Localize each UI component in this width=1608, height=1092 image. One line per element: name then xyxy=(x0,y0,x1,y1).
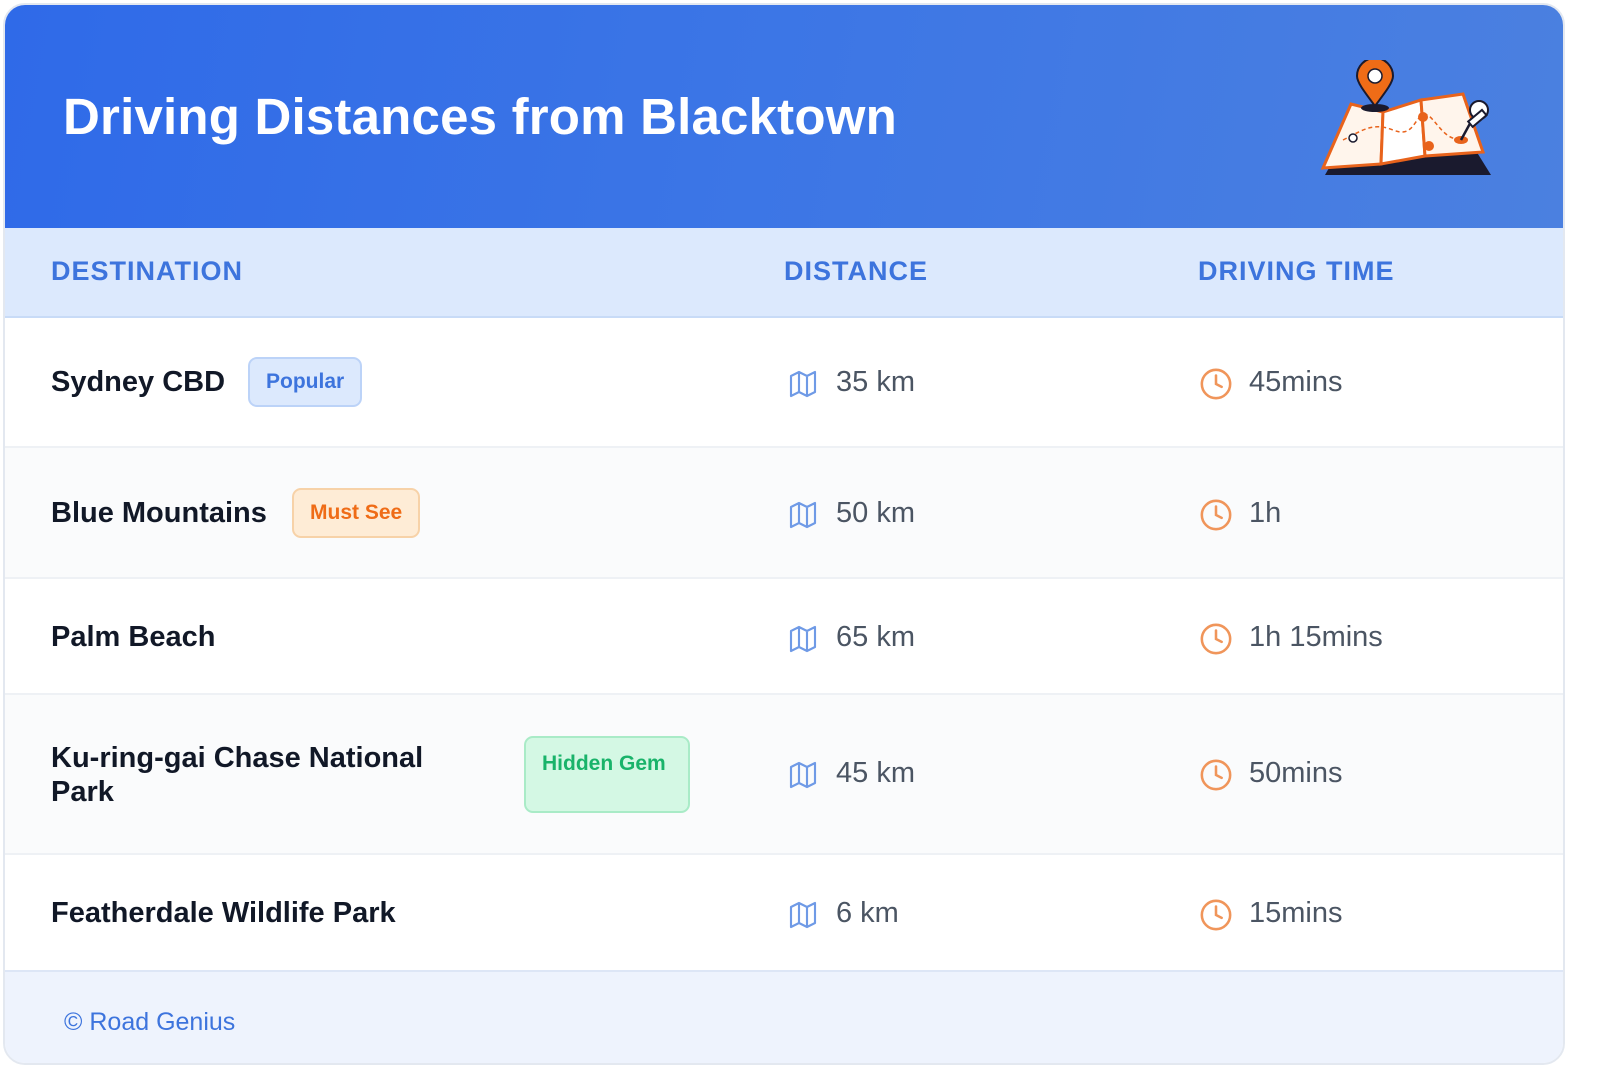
distance-value: 50 km xyxy=(836,497,915,529)
hidden-gem-badge: Hidden Gem xyxy=(524,736,690,813)
table-header: DESTINATION DISTANCE DRIVING TIME xyxy=(5,228,1563,318)
footer: © Road Genius xyxy=(5,970,1563,1063)
distance-value: 6 km xyxy=(836,897,899,929)
distance-table-card: Driving Distances from Blacktown DESTINA… xyxy=(3,3,1565,1065)
distance-value: 45 km xyxy=(836,757,915,789)
table-row: Palm Beach 65 km 1h 15mins xyxy=(5,579,1563,695)
table-row: Ku-ring-gai Chase National Park Hidden G… xyxy=(5,695,1563,855)
clock-icon xyxy=(1200,759,1232,791)
map-icon xyxy=(789,370,817,398)
driving-time-value: 50mins xyxy=(1249,757,1343,789)
header-banner: Driving Distances from Blacktown xyxy=(5,5,1563,228)
column-header-destination: DESTINATION xyxy=(51,256,243,286)
map-icon xyxy=(789,901,817,929)
map-pin-illustration-icon xyxy=(1320,60,1491,175)
copyright-text: © Road Genius xyxy=(64,1008,236,1036)
must-see-badge: Must See xyxy=(292,488,421,538)
map-icon xyxy=(789,625,817,653)
clock-icon xyxy=(1200,899,1232,931)
destination-name: Blue Mountains xyxy=(51,497,267,529)
destination-name: Sydney CBD xyxy=(51,366,226,398)
clock-icon xyxy=(1200,499,1232,531)
table-row: Sydney CBD Popular 35 km 45mins xyxy=(5,318,1563,448)
column-header-driving-time: DRIVING TIME xyxy=(1198,256,1395,286)
driving-time-value: 15mins xyxy=(1249,897,1343,929)
table-row: Blue Mountains Must See 50 km 1h xyxy=(5,448,1563,579)
map-icon xyxy=(789,761,817,789)
clock-icon xyxy=(1200,368,1232,400)
page-title: Driving Distances from Blacktown xyxy=(63,88,897,145)
driving-time-value: 1h 15mins xyxy=(1249,621,1383,653)
driving-time-value: 1h xyxy=(1249,497,1282,529)
clock-icon xyxy=(1200,623,1232,655)
table-row: Featherdale Wildlife Park 6 km 15mins xyxy=(5,855,1563,970)
distance-value: 35 km xyxy=(836,366,915,398)
destination-name: Palm Beach xyxy=(51,621,216,653)
popular-badge: Popular xyxy=(248,357,363,407)
driving-time-value: 45mins xyxy=(1249,366,1343,398)
distance-value: 65 km xyxy=(836,621,915,653)
map-icon xyxy=(789,501,817,529)
destination-name: Ku-ring-gai Chase National Park xyxy=(51,742,424,808)
column-header-distance: DISTANCE xyxy=(784,256,929,286)
destination-name: Featherdale Wildlife Park xyxy=(51,897,396,929)
